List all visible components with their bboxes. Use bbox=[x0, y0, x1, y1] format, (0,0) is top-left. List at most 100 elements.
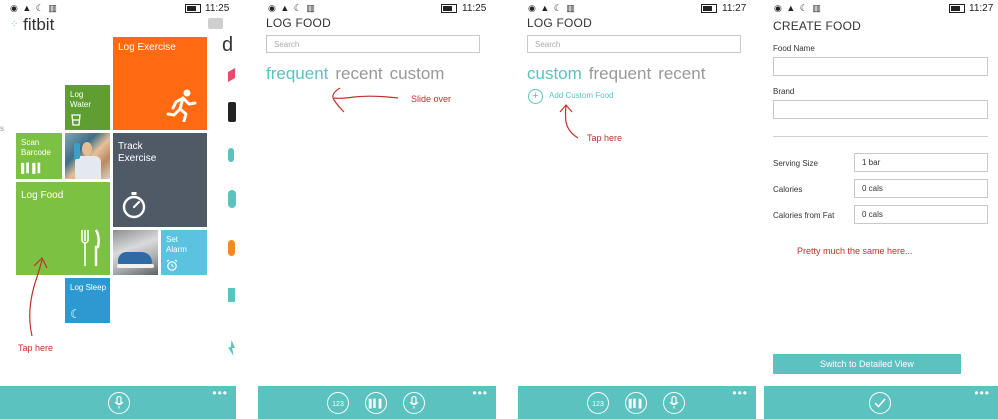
page-title: CREATE FOOD bbox=[773, 19, 861, 33]
chat-bubble-icon bbox=[208, 18, 223, 29]
barcode-button[interactable]: ▌▍▌ bbox=[625, 392, 647, 414]
calories-input[interactable]: 0 cals bbox=[854, 179, 988, 198]
screen-home: ◉ ▲ ☾ ▥ 11:25 ⁘ fitbit Log Exercise Log … bbox=[0, 0, 236, 419]
barcode-icon: ▌▍▌ bbox=[628, 399, 644, 408]
screen-log-food-custom: ◉ ▲ ☾ ▥ 11:27 LOG FOOD Search custom freq… bbox=[518, 0, 756, 419]
serving-size-label: Serving Size bbox=[773, 159, 818, 168]
annotation-slide-over: Slide over bbox=[411, 94, 452, 104]
microphone-button[interactable] bbox=[663, 392, 685, 414]
microphone-icon bbox=[669, 395, 679, 409]
brand-label: Brand bbox=[773, 87, 795, 96]
tile-label: Log Food bbox=[21, 190, 64, 201]
switch-detailed-view-button[interactable]: Switch to Detailed View bbox=[773, 354, 961, 374]
pivot-custom[interactable]: custom bbox=[527, 64, 582, 83]
tile-log-exercise[interactable]: Log Exercise bbox=[113, 37, 207, 130]
food-name-label: Food Name bbox=[773, 44, 815, 53]
stopwatch-icon bbox=[122, 192, 146, 219]
tile-scan-barcode[interactable]: Scan Barcode ▌▍▌▍ bbox=[16, 133, 62, 179]
signal-icons: ◉ ▲ ☾ ▥ bbox=[10, 3, 58, 13]
more-options-icon[interactable]: ••• bbox=[732, 386, 748, 400]
tile-track-exercise[interactable]: Track Exercise bbox=[113, 133, 207, 227]
pivot-header: custom frequent recent bbox=[527, 64, 712, 84]
microphone-button[interactable] bbox=[108, 392, 130, 414]
pivot-recent[interactable]: recent bbox=[658, 64, 705, 83]
edge-marker: s bbox=[0, 124, 4, 133]
pivot-header: frequent recent custom bbox=[266, 64, 451, 84]
battery-icon bbox=[701, 4, 717, 13]
keypad-button[interactable]: 123 bbox=[327, 392, 349, 414]
barcode-button[interactable]: ▌▍▌ bbox=[365, 392, 387, 414]
microphone-icon bbox=[409, 395, 419, 409]
tile-label: Scan Barcode bbox=[21, 138, 51, 157]
keypad-icon: 123 bbox=[332, 401, 344, 408]
barcode-icon: ▌▍▌ bbox=[368, 399, 384, 408]
photo-tile-drink bbox=[65, 133, 110, 179]
status-time: 11:25 bbox=[205, 3, 230, 14]
brand-input[interactable] bbox=[773, 100, 988, 119]
alarm-clock-icon bbox=[166, 259, 178, 271]
annotation-arrow bbox=[332, 87, 399, 113]
save-button[interactable] bbox=[869, 392, 891, 414]
status-bar: ◉ ▲ ☾ ▥ 11:27 bbox=[518, 0, 756, 16]
app-bar: 123 ▌▍▌ ••• bbox=[258, 386, 496, 419]
signal-icons: ◉ ▲ ☾ ▥ bbox=[774, 3, 822, 13]
tile-label: Log Water bbox=[70, 90, 92, 109]
peek-strip bbox=[228, 67, 236, 370]
page-title: LOG FOOD bbox=[266, 16, 331, 30]
tile-label: Set Alarm bbox=[166, 235, 187, 254]
plus-circle-icon: + bbox=[528, 89, 543, 104]
status-time: 11:25 bbox=[462, 3, 487, 14]
app-bar: ••• bbox=[0, 386, 236, 419]
battery-icon bbox=[185, 4, 201, 13]
serving-size-input[interactable]: 1 bar bbox=[854, 153, 988, 172]
app-bar: 123 ▌▍▌ ••• bbox=[518, 386, 756, 419]
battery-icon bbox=[441, 4, 457, 13]
annotation-tap-here: Tap here bbox=[18, 343, 54, 353]
tile-log-water[interactable]: Log Water bbox=[65, 85, 110, 130]
fork-knife-icon bbox=[81, 229, 100, 266]
more-options-icon[interactable]: ••• bbox=[974, 386, 990, 400]
food-name-input[interactable] bbox=[773, 57, 988, 76]
barcode-icon: ▌▍▌▍ bbox=[21, 163, 45, 173]
tile-set-alarm[interactable]: Set Alarm bbox=[161, 230, 207, 275]
calories-from-fat-input[interactable]: 0 cals bbox=[854, 205, 988, 224]
pivot-frequent[interactable]: frequent bbox=[266, 64, 328, 83]
section-divider bbox=[773, 136, 988, 137]
calories-label: Calories bbox=[773, 185, 803, 194]
annotation-arrow bbox=[559, 104, 579, 139]
screen-log-food-frequent: ◉ ▲ ☾ ▥ 11:25 LOG FOOD Search frequent re… bbox=[258, 0, 496, 419]
battery-icon bbox=[949, 4, 965, 13]
more-options-icon[interactable]: ••• bbox=[212, 386, 228, 400]
app-bar: ••• bbox=[764, 386, 998, 419]
status-time: 11:27 bbox=[969, 3, 994, 14]
tile-label: Track Exercise bbox=[118, 141, 157, 164]
page-title: LOG FOOD bbox=[527, 16, 592, 30]
signal-icons: ◉ ▲ ☾ ▥ bbox=[528, 3, 576, 13]
tile-label: Log Sleep bbox=[70, 283, 107, 292]
photo-tile-shoe bbox=[113, 230, 158, 275]
annotation-same-here: Pretty much the same here... bbox=[797, 246, 913, 256]
status-bar: ◉ ▲ ☾ ▥ 11:27 bbox=[764, 0, 998, 16]
annotation-tap-here: Tap here bbox=[587, 133, 623, 143]
fitbit-dots-icon: ⁘ bbox=[10, 19, 19, 30]
panorama-peek-letter: d bbox=[222, 34, 234, 56]
keypad-icon: 123 bbox=[592, 401, 604, 408]
keypad-button[interactable]: 123 bbox=[587, 392, 609, 414]
search-input[interactable]: Search bbox=[527, 35, 741, 53]
pivot-custom[interactable]: custom bbox=[390, 64, 445, 83]
status-time: 11:27 bbox=[722, 3, 747, 14]
pivot-frequent[interactable]: frequent bbox=[589, 64, 651, 83]
status-bar: ◉ ▲ ☾ ▥ 11:25 bbox=[258, 0, 496, 16]
signal-icons: ◉ ▲ ☾ ▥ bbox=[268, 3, 316, 13]
search-input[interactable]: Search bbox=[266, 35, 480, 53]
runner-icon bbox=[166, 89, 197, 122]
fitbit-logo: ⁘ fitbit bbox=[10, 15, 55, 34]
microphone-icon bbox=[114, 395, 124, 409]
calories-from-fat-label: Calories from Fat bbox=[773, 211, 835, 220]
more-options-icon[interactable]: ••• bbox=[472, 386, 488, 400]
water-glass-icon bbox=[71, 114, 81, 126]
microphone-button[interactable] bbox=[403, 392, 425, 414]
tile-label: Log Exercise bbox=[118, 42, 176, 53]
pivot-recent[interactable]: recent bbox=[335, 64, 382, 83]
add-custom-food-label: Add Custom Food bbox=[549, 91, 614, 100]
